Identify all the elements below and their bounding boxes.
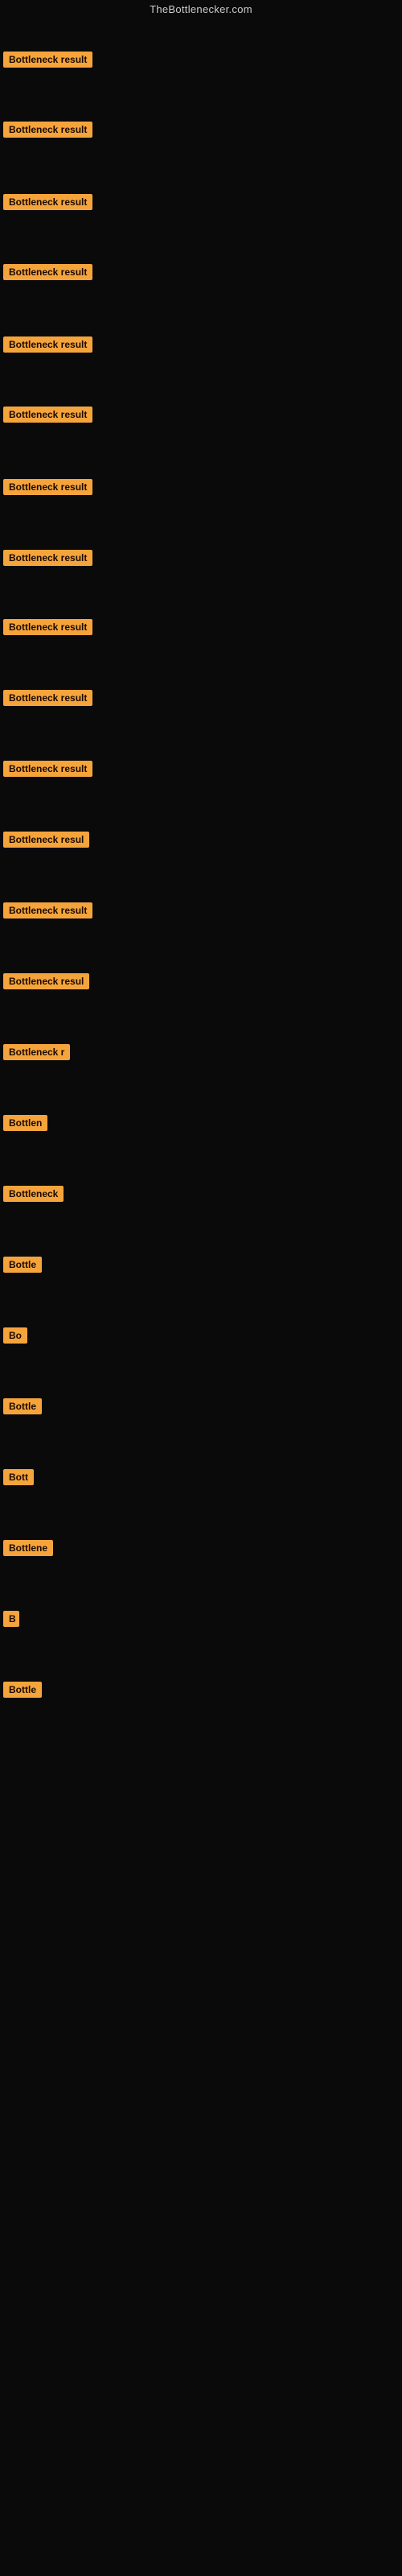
badge-label-16: Bottlen [3,1115,47,1131]
bottleneck-badge-12: Bottleneck resul [3,832,89,852]
bottleneck-badge-9: Bottleneck result [3,619,92,639]
site-title-container: TheBottlenecker.com [0,0,402,22]
badge-label-2: Bottleneck result [3,122,92,138]
badge-label-14: Bottleneck resul [3,973,89,989]
badge-label-5: Bottleneck result [3,336,92,353]
badge-label-22: Bottlene [3,1540,53,1556]
bottleneck-badge-22: Bottlene [3,1540,53,1560]
badge-label-4: Bottleneck result [3,264,92,280]
bottleneck-badge-23: B [3,1611,19,1631]
bottleneck-badge-5: Bottleneck result [3,336,92,357]
badge-label-18: Bottle [3,1257,42,1273]
badge-label-15: Bottleneck r [3,1044,70,1060]
bottleneck-badge-13: Bottleneck result [3,902,92,923]
badge-label-21: Bott [3,1469,34,1485]
bottleneck-badge-4: Bottleneck result [3,264,92,284]
badge-label-7: Bottleneck result [3,479,92,495]
badge-label-17: Bottleneck [3,1186,64,1202]
site-title: TheBottlenecker.com [0,0,402,22]
bottleneck-badge-6: Bottleneck result [3,407,92,427]
bottleneck-badge-16: Bottlen [3,1115,47,1135]
badge-label-12: Bottleneck resul [3,832,89,848]
bottleneck-badge-18: Bottle [3,1257,42,1277]
badge-label-23: B [3,1611,19,1627]
bottleneck-badge-3: Bottleneck result [3,194,92,214]
badge-label-8: Bottleneck result [3,550,92,566]
badge-label-11: Bottleneck result [3,761,92,777]
badge-label-10: Bottleneck result [3,690,92,706]
bottleneck-badge-8: Bottleneck result [3,550,92,570]
bottleneck-badge-1: Bottleneck result [3,52,92,72]
bottleneck-badge-20: Bottle [3,1398,42,1418]
badge-label-20: Bottle [3,1398,42,1414]
bottleneck-badge-10: Bottleneck result [3,690,92,710]
bottleneck-badge-2: Bottleneck result [3,122,92,142]
badge-label-19: Bo [3,1327,27,1344]
badge-label-3: Bottleneck result [3,194,92,210]
bottleneck-badge-19: Bo [3,1327,27,1348]
badge-label-24: Bottle [3,1682,42,1698]
badge-label-6: Bottleneck result [3,407,92,423]
bottleneck-badge-14: Bottleneck resul [3,973,89,993]
bottleneck-badge-17: Bottleneck [3,1186,64,1206]
badge-label-13: Bottleneck result [3,902,92,919]
badges-container: Bottleneck result Bottleneck result Bottle… [0,22,402,2549]
bottleneck-badge-24: Bottle [3,1682,42,1702]
bottleneck-badge-21: Bott [3,1469,34,1489]
badge-label-1: Bottleneck result [3,52,92,68]
bottleneck-badge-7: Bottleneck result [3,479,92,499]
bottleneck-badge-15: Bottleneck r [3,1044,70,1064]
badge-label-9: Bottleneck result [3,619,92,635]
bottleneck-badge-11: Bottleneck result [3,761,92,781]
